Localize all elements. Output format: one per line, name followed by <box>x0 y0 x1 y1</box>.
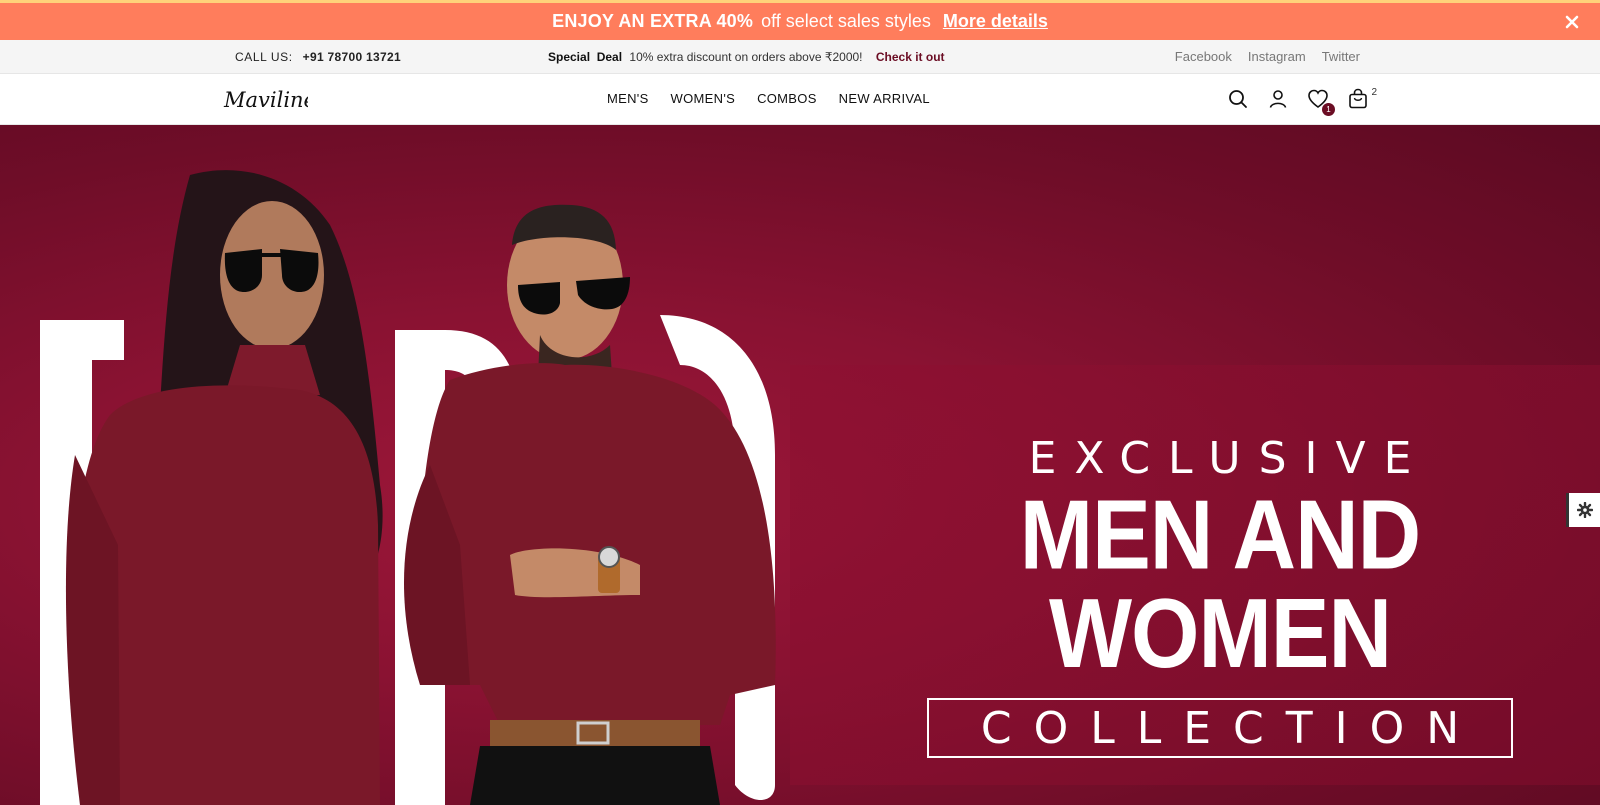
hero-headline-group: EXCLUSIVE MEN AND WOMEN COLLECTION <box>915 433 1525 758</box>
main-header: Mavilinen MEN'S WOMEN'S COMBOS NEW ARRIV… <box>0 74 1600 125</box>
nav-mens[interactable]: MEN'S <box>607 91 649 106</box>
facebook-link[interactable]: Facebook <box>1175 49 1232 64</box>
phone-number[interactable]: +91 78700 13721 <box>303 50 401 64</box>
special-deal: Special Deal 10% extra discount on order… <box>548 50 945 64</box>
call-label: CALL US: <box>235 50 293 64</box>
wishlist-button[interactable]: 1 <box>1307 88 1335 116</box>
man-model <box>403 204 776 805</box>
deal-label: Special Deal <box>548 50 623 64</box>
hero-line-men-and-women: MEN AND WOMEN <box>1019 478 1421 689</box>
deal-check-it-out-link[interactable]: Check it out <box>876 50 945 64</box>
hero-banner[interactable]: EXCLUSIVE MEN AND WOMEN COLLECTION <box>0 125 1600 805</box>
promo-banner: ENJOY AN EXTRA 40% off select sales styl… <box>0 0 1600 40</box>
hero-collection-box[interactable]: COLLECTION <box>927 698 1513 758</box>
search-icon[interactable] <box>1227 88 1249 110</box>
logo-text: Mavilinen <box>223 88 308 112</box>
wishlist-count-badge: 1 <box>1322 103 1335 116</box>
nav-combos[interactable]: COMBOS <box>757 91 817 106</box>
page: ENJOY AN EXTRA 40% off select sales styl… <box>0 0 1600 805</box>
woman-model <box>65 170 383 805</box>
cart-button[interactable]: 2 <box>1347 87 1377 110</box>
bag-icon <box>1349 88 1367 109</box>
primary-nav: MEN'S WOMEN'S COMBOS NEW ARRIVAL <box>607 91 930 106</box>
nav-womens[interactable]: WOMEN'S <box>671 91 736 106</box>
user-icon[interactable] <box>1267 88 1289 110</box>
hero-line-exclusive: EXCLUSIVE <box>1028 433 1430 484</box>
brand-logo[interactable]: Mavilinen <box>222 84 308 116</box>
twitter-link[interactable]: Twitter <box>1322 49 1360 64</box>
deal-text: 10% extra discount on orders above ₹2000… <box>629 50 863 64</box>
call-us: CALL US: +91 78700 13721 <box>235 50 401 64</box>
header-icons: 1 2 <box>1227 87 1377 116</box>
hero-line-collection: COLLECTION <box>980 702 1482 754</box>
close-icon[interactable] <box>1562 12 1582 32</box>
social-links: Facebook Instagram Twitter <box>1175 49 1360 64</box>
promo-subtext: off select sales styles <box>761 11 931 31</box>
gear-icon <box>1576 502 1593 518</box>
nav-new-arrival[interactable]: NEW ARRIVAL <box>839 91 930 106</box>
promo-more-details-link[interactable]: More details <box>943 11 1048 32</box>
cart-count: 2 <box>1371 87 1377 98</box>
top-info-bar: CALL US: +91 78700 13721 Special Deal 10… <box>0 40 1600 74</box>
settings-tab[interactable] <box>1566 493 1600 527</box>
hero-models-image <box>40 170 776 805</box>
instagram-link[interactable]: Instagram <box>1248 49 1306 64</box>
promo-headline: ENJOY AN EXTRA 40% <box>552 11 754 31</box>
